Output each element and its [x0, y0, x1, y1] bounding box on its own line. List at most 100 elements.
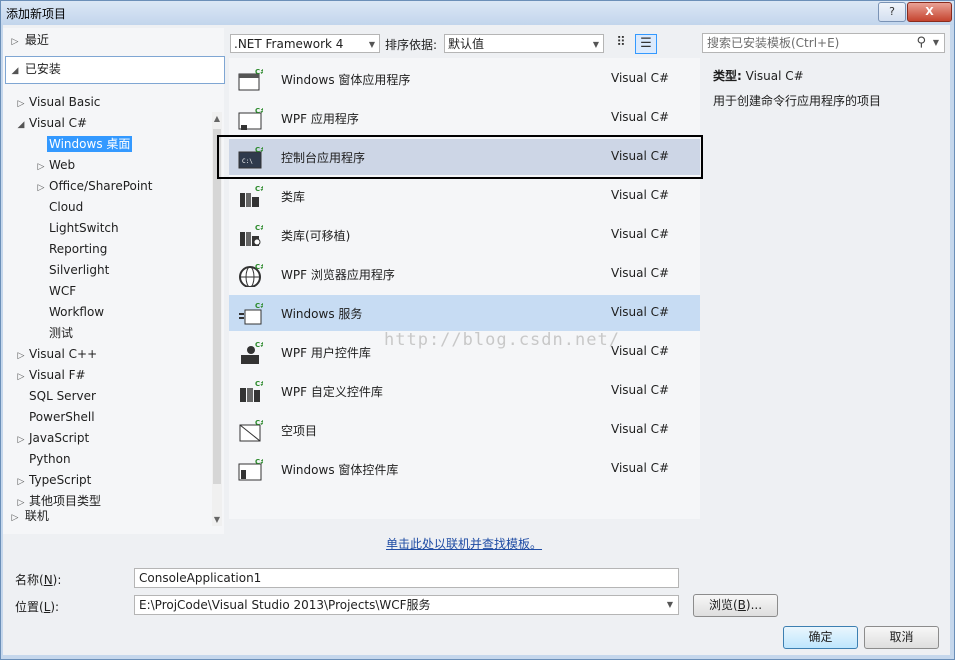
tree-item-label: TypeScript [29, 473, 92, 487]
svg-text:C#: C# [255, 263, 263, 271]
tree-item[interactable]: ▷ JavaScript [15, 428, 91, 449]
expand-arrow-icon[interactable]: ▷ [9, 32, 21, 53]
template-name: 类库 [281, 190, 306, 204]
expand-arrow-icon[interactable]: ▷ [15, 472, 27, 493]
template-item[interactable]: C# 类库 Visual C# [229, 178, 700, 214]
tree-item[interactable]: ▷ Visual Basic [15, 93, 102, 113]
cancel-button[interactable]: 取消 [864, 626, 939, 649]
category-installed[interactable]: ◢ 已安装 [5, 56, 225, 84]
tree-item[interactable]: LightSwitch [35, 218, 121, 239]
template-item[interactable]: C# Windows 窗体控件库 Visual C# [229, 451, 700, 487]
tree-item-label: Silverlight [49, 263, 110, 277]
tree-item[interactable]: ◢ Visual C# [15, 113, 89, 134]
template-category-tree: ▷ Visual Basic ◢ Visual C# Windows 桌面 ▷ Web ▷ Of… [3, 93, 211, 525]
tree-item-label: Workflow [49, 305, 105, 319]
template-item[interactable]: C# WPF 浏览器应用程序 Visual C# [229, 256, 700, 292]
expand-arrow-icon[interactable]: ▷ [15, 346, 27, 367]
category-recent[interactable]: ▷ 最近 [9, 30, 49, 51]
category-online-label: 联机 [24, 509, 49, 523]
tree-item[interactable]: ▷ Web [35, 155, 77, 176]
tree-item-label: Office/SharePoint [49, 179, 153, 193]
framework-dropdown[interactable]: .NET Framework 4 ▼ [230, 34, 380, 53]
tree-item-label: Visual Basic [29, 95, 101, 109]
tree-item[interactable]: ▷ TypeScript [15, 470, 93, 491]
template-item[interactable]: C# Windows 服务 Visual C# [229, 295, 700, 331]
tree-item[interactable]: ▷ Office/SharePoint [35, 176, 155, 197]
tree-item[interactable]: WCF [35, 281, 78, 302]
chevron-down-icon[interactable]: ▼ [933, 34, 939, 52]
location-label: 位置(L): [15, 600, 60, 614]
sort-dropdown[interactable]: 默认值 ▼ [444, 34, 604, 53]
tree-item-label: PowerShell [29, 410, 95, 424]
template-item[interactable]: C# WPF 自定义控件库 Visual C# [229, 373, 700, 409]
expand-arrow-icon[interactable]: ▷ [15, 430, 27, 451]
template-language: Visual C# [611, 461, 670, 475]
expand-arrow-icon[interactable]: ▷ [9, 508, 21, 529]
template-item[interactable]: C# Windows 窗体应用程序 Visual C# [229, 61, 700, 97]
tree-item[interactable]: PowerShell [15, 407, 97, 428]
help-button[interactable]: ? [878, 2, 906, 22]
expand-arrow-icon[interactable]: ▷ [35, 178, 47, 199]
tree-item-label: Cloud [49, 200, 84, 214]
tree-item[interactable]: Python [15, 449, 73, 470]
template-language: Visual C# [611, 110, 670, 124]
template-description: 用于创建命令行应用程序的项目 [713, 94, 882, 108]
tree-item[interactable]: 测试 [35, 323, 75, 344]
browse-button[interactable]: 浏览(B)... [693, 594, 778, 617]
template-item[interactable]: C# 空项目 Visual C# [229, 412, 700, 448]
template-item[interactable]: C# WPF 应用程序 Visual C# [229, 100, 700, 136]
svg-text:C#: C# [255, 224, 263, 232]
template-item[interactable]: C# 类库(可移植) Visual C# [229, 217, 700, 253]
highlight-annotation-box [217, 135, 703, 179]
tree-item-label: Python [29, 452, 71, 466]
tree-item-label: SQL Server [29, 389, 96, 403]
category-installed-label: 已安装 [24, 62, 61, 76]
scroll-down-arrow-icon[interactable]: ▼ [212, 515, 222, 524]
chevron-down-icon: ▼ [368, 40, 375, 49]
collapse-arrow-icon[interactable]: ◢ [9, 61, 21, 82]
scrollbar-thumb[interactable] [213, 129, 221, 484]
svg-text:C#: C# [255, 68, 263, 76]
chevron-down-icon: ▼ [592, 40, 599, 49]
scroll-up-arrow-icon[interactable]: ▲ [212, 114, 222, 123]
tree-item[interactable]: Silverlight [35, 260, 111, 281]
close-button[interactable]: X [907, 2, 952, 22]
search-icon[interactable]: ⚲ [916, 34, 926, 52]
expand-arrow-icon[interactable]: ▷ [15, 94, 27, 115]
name-field[interactable]: ConsoleApplication1 [134, 568, 679, 588]
expand-arrow-icon[interactable]: ◢ [15, 115, 27, 136]
template-language: Visual C# [611, 71, 670, 85]
category-online[interactable]: ▷ 联机 [9, 506, 49, 527]
class-library-icon: C# [237, 183, 266, 209]
list-view-icon[interactable]: ☰ [635, 34, 657, 54]
search-online-link[interactable]: 单击此处以联机并查找模板。 [386, 535, 542, 552]
template-language: Visual C# [611, 188, 670, 202]
tree-item[interactable]: Workflow [35, 302, 106, 323]
tree-item[interactable]: Windows 桌面 [35, 134, 133, 155]
portable-library-icon: C# [237, 222, 266, 248]
title-bar[interactable]: 添加新项目 ? X [1, 1, 954, 25]
chevron-down-icon[interactable]: ▼ [667, 596, 673, 614]
tree-item-label: JavaScript [29, 431, 90, 445]
tree-item[interactable]: SQL Server [15, 386, 98, 407]
location-combobox[interactable]: E:\ProjCode\Visual Studio 2013\Projects\… [134, 595, 679, 615]
tree-item[interactable]: Cloud [35, 197, 85, 218]
tree-item-label: Visual C# [29, 116, 88, 130]
search-input[interactable]: 搜索已安装模板(Ctrl+E) ⚲ ▼ [702, 33, 945, 53]
expand-arrow-icon[interactable]: ▷ [15, 367, 27, 388]
svg-text:C#: C# [255, 302, 263, 310]
svg-text:C#: C# [255, 419, 263, 427]
tree-item[interactable]: ▷ Visual F# [15, 365, 88, 386]
expand-arrow-icon[interactable]: ▷ [35, 157, 47, 178]
small-icons-view-icon[interactable]: ⠿ [611, 34, 631, 52]
ok-button[interactable]: 确定 [783, 626, 858, 649]
category-recent-label: 最近 [24, 33, 49, 47]
tree-item[interactable]: Reporting [35, 239, 109, 260]
tree-item[interactable]: ▷ Visual C++ [15, 344, 99, 365]
template-name: 类库(可移植) [281, 229, 351, 243]
template-language: Visual C# [611, 305, 670, 319]
user-control-icon: C# [237, 339, 266, 365]
svg-text:C#: C# [255, 107, 263, 115]
template-name: WPF 自定义控件库 [281, 385, 383, 399]
empty-project-icon: C# [237, 417, 266, 443]
